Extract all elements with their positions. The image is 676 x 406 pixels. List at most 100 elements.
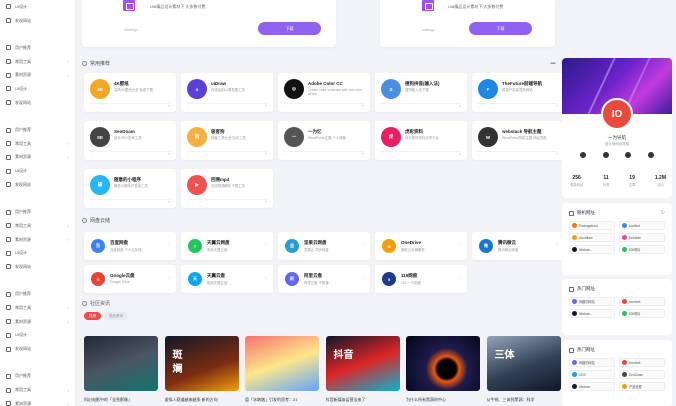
sidebar-item[interactable]: 常用工具 › — [0, 383, 75, 397]
sidebar-item[interactable]: 常用工具 › — [0, 55, 75, 69]
link-icon[interactable]: ↗ — [458, 152, 461, 156]
news-item[interactable]: 抖音 抖音新媒体运营法来了 — [325, 336, 400, 406]
sidebar-item[interactable]: 发现网站 — [0, 260, 75, 274]
download-button[interactable]: 下载 — [469, 22, 532, 35]
weibo-icon[interactable] — [602, 152, 609, 158]
site-link[interactable]: 有趣的网站 — [569, 358, 615, 367]
link-icon[interactable]: ↗ — [555, 104, 558, 108]
sidebar-item[interactable]: 用户推荐 — [0, 123, 75, 137]
cloud-card[interactable]: 5 115网盘 115 一个网盘 › — [375, 265, 467, 293]
cloud-card[interactable]: G Google云盘 Google Drive › — [84, 265, 176, 293]
sidebar-item[interactable]: 素材资源 › — [0, 315, 75, 329]
site-card[interactable]: u uiDraw 在线绘制UI原型图工具 ◦ ◦ ↗ — [181, 73, 273, 112]
site-card[interactable]: 4K 4K壁纸 高清4K壁纸大全 免费下载 ◦ ◦ ↗ — [84, 73, 176, 112]
link-icon[interactable]: ↗ — [361, 152, 364, 156]
news-item[interactable]: 三体 从牛顿、三体到黑洞：科学 — [486, 336, 561, 406]
site-card[interactable]: SE SeoDoam 站长SEO查询工具 ◦ ◦ ↗ — [84, 121, 176, 160]
sidebar-item[interactable]: 常用工具 › — [0, 301, 75, 315]
site-link[interactable]: Iconfont — [619, 297, 665, 306]
news-item[interactable]: 为什么所有黑洞的中心 — [406, 336, 480, 406]
link-icon[interactable]: ↗ — [264, 104, 267, 108]
sidebar-item[interactable]: 发现网站 — [0, 178, 75, 192]
sidebar-item[interactable]: UI设计 — [0, 0, 75, 14]
cloud-card[interactable]: 天天翼云盘 电信天翼云盘 › — [181, 265, 273, 293]
site-card[interactable]: S 搜狗拼音(输入法) 搜狗输入法下载 ◦ ◦ ↗ — [375, 73, 467, 112]
sidebar-item[interactable]: UI设计 — [0, 329, 75, 343]
sidebar-item[interactable]: 发现网站 — [0, 96, 75, 110]
link-icon[interactable]: ↗ — [264, 152, 267, 156]
download-button[interactable]: 下载 — [258, 22, 321, 35]
site-link[interactable]: cooltext — [619, 221, 665, 230]
site-link[interactable]: 有趣的网站 — [569, 297, 615, 306]
github-icon[interactable] — [647, 152, 654, 158]
link-icon[interactable]: ↗ — [264, 200, 267, 204]
more-icon[interactable]: ▬ — [551, 60, 556, 66]
site-link[interactable]: Iconfont — [619, 358, 665, 367]
cloud-card[interactable]: 百百度网盘 百度网盘 个人云存储 › — [84, 232, 176, 260]
site-link[interactable]: CDS — [569, 370, 615, 379]
news-thumbnail[interactable]: 三体 — [486, 336, 561, 391]
news-thumbnail[interactable] — [406, 336, 480, 391]
site-link[interactable]: 500照片 — [619, 309, 665, 318]
site-card[interactable]: ▶ 回溯mp4 在线视频解析下载工具 ◦ ◦ ↗ — [181, 169, 273, 208]
news-item[interactable]: 斑斓虚拟人赛道越来越多 新的方向 — [164, 336, 239, 406]
ui-icon — [6, 332, 11, 338]
sidebar-item[interactable]: UI设计 — [0, 164, 75, 178]
tag-icon: ◦ ◦ — [90, 104, 93, 108]
site-link[interactable]: Medium — [569, 309, 615, 318]
site-link[interactable]: cloudflare — [569, 233, 615, 242]
news-item[interactable]: 盘「冰墩墩」引发的思考：21 — [245, 336, 319, 406]
site-link[interactable]: Dribbble — [619, 233, 665, 242]
sidebar-item[interactable]: 常用工具 › — [0, 219, 75, 233]
news-thumbnail[interactable]: 斑斓 — [164, 336, 239, 391]
cloud-card[interactable]: 阿阿里云盘 阿里云盘 不限速 › — [278, 265, 370, 293]
news-thumbnail[interactable] — [84, 336, 158, 391]
link-icon[interactable]: ↗ — [167, 104, 170, 108]
tab-webmaster[interactable]: 站长资讯 — [104, 312, 128, 320]
news-thumbnail[interactable] — [245, 336, 319, 391]
link-icon[interactable]: ↗ — [167, 152, 170, 156]
site-card[interactable]: ◎ Adobe Color CC Create color schemes with… — [278, 73, 370, 112]
news-item[interactable]: 科幻电影中的「全息影像」 — [84, 336, 158, 406]
site-link[interactable]: SeoDoam — [619, 370, 665, 379]
site-link[interactable]: Packageboot — [569, 221, 615, 230]
sidebar-item[interactable]: 素材资源 › — [0, 151, 75, 165]
sidebar-item[interactable]: UI设计 — [0, 246, 75, 260]
news-thumbnail[interactable]: 抖音 — [325, 336, 400, 391]
cloud-card[interactable]: T 天翼云网盘 电信天翼云盘 › — [181, 232, 273, 260]
site-card[interactable]: F TheFuture前端导航 前端开发者导航网站 ◦ ◦ ↗ — [472, 73, 564, 112]
sidebar-item-label: 发现网站 — [15, 17, 31, 23]
tab-hot[interactable]: 热榜 — [84, 312, 101, 320]
site-card[interactable]: 随随意的小程序 微信小程序开发者工具 ◦ ◦ ↗ — [84, 169, 176, 208]
refresh-icon[interactable]: ↻ — [661, 210, 665, 216]
sidebar-item[interactable]: 素材资源 › — [0, 397, 75, 406]
site-link[interactable]: Medium — [569, 245, 615, 254]
sidebar-item[interactable]: 用户推荐 — [0, 370, 75, 384]
site-link[interactable]: Medium — [569, 382, 615, 391]
link-icon[interactable]: ↗ — [361, 104, 364, 108]
sidebar-item[interactable]: 素材资源 › — [0, 233, 75, 247]
site-link[interactable]: 500照片 — [619, 245, 665, 254]
cloud-card[interactable]: O OneDrive 微软云存储服务 › — [375, 232, 467, 260]
sidebar-item[interactable]: 发现网站 — [0, 342, 75, 356]
avatar[interactable]: IO — [601, 98, 633, 130]
sidebar-item[interactable]: UI设计 — [0, 82, 75, 96]
cloud-card[interactable]: 微腾讯微云 腾讯微云网盘 › — [472, 232, 564, 260]
sidebar-item[interactable]: 用户推荐 — [0, 205, 75, 219]
cloud-card[interactable]: 坚坚果云网盘 坚果云 同步网盘 › — [278, 232, 370, 260]
site-card[interactable]: 狗极客狗 极客工具大全 在线工具 ◦ ◦ ↗ — [181, 121, 273, 160]
qq-icon[interactable] — [625, 152, 632, 158]
link-icon[interactable]: ↗ — [555, 152, 558, 156]
link-icon[interactable]: ↗ — [167, 200, 170, 204]
sidebar-item[interactable]: 发现网站 — [0, 14, 75, 28]
site-link[interactable]: 产品经理 — [619, 382, 665, 391]
sidebar-item[interactable]: 用户推荐 — [0, 287, 75, 301]
sidebar-item[interactable]: 用户推荐 — [0, 41, 75, 55]
wechat-icon[interactable] — [580, 152, 586, 158]
site-card[interactable]: 一一为忆 WordPress主题 个人博客 ◦ ◦ ↗ — [278, 121, 370, 160]
link-icon[interactable]: ↗ — [458, 104, 461, 108]
site-card[interactable]: Wwebstack 导航主题 WordPress导航主题 网址导航 ◦ ◦ ↗ — [472, 121, 564, 160]
sidebar-item[interactable]: 常用工具 › — [0, 137, 75, 151]
sidebar-item[interactable]: 素材资源 › — [0, 68, 75, 82]
site-card[interactable]: 虎虎彩资料 设计素材资料分享平台 ◦ ◦ ↗ — [375, 121, 467, 160]
